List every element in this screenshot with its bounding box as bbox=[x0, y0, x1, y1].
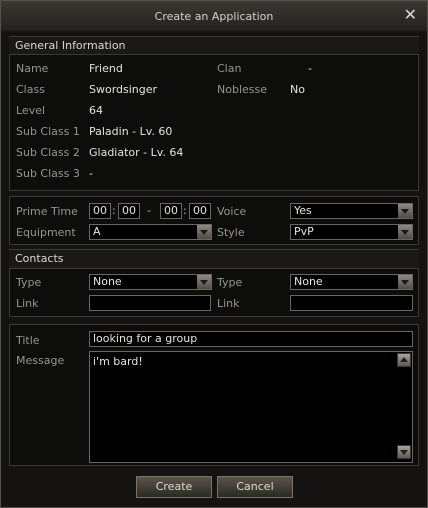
contact-link-1-input[interactable] bbox=[89, 295, 211, 311]
sub-class-1-label: Sub Class 1 bbox=[16, 125, 80, 138]
prime-start-hour-input[interactable]: 00 bbox=[89, 203, 111, 219]
scroll-up-icon[interactable] bbox=[397, 353, 411, 367]
create-button[interactable]: Create bbox=[136, 476, 212, 498]
prime-end-minute-input[interactable]: 00 bbox=[189, 203, 211, 219]
prime-start-minute-input[interactable]: 00 bbox=[118, 203, 140, 219]
message-text: i'm bard! bbox=[93, 355, 143, 368]
noblesse-value: No bbox=[290, 83, 305, 96]
class-value: Swordsinger bbox=[89, 83, 158, 96]
title-bar[interactable]: Create an Application ✕ bbox=[1, 1, 427, 31]
sub-class-1-value: Paladin - Lv. 60 bbox=[89, 125, 173, 138]
prime-range-dash: - bbox=[147, 204, 151, 217]
style-dropdown[interactable]: PvP bbox=[290, 224, 413, 240]
general-information-title: General Information bbox=[15, 39, 126, 52]
prime-start-colon: : bbox=[112, 204, 116, 217]
contact-link-1-label: Link bbox=[16, 297, 39, 310]
general-information-header: General Information bbox=[9, 36, 419, 56]
equipment-label: Equipment bbox=[16, 226, 76, 239]
level-label: Level bbox=[16, 104, 46, 117]
class-label: Class bbox=[16, 83, 45, 96]
equipment-selected: A bbox=[93, 225, 101, 238]
clan-label: Clan bbox=[217, 62, 242, 75]
chevron-down-icon[interactable] bbox=[197, 225, 211, 239]
title-input[interactable]: looking for a group bbox=[89, 331, 413, 347]
voice-label: Voice bbox=[217, 205, 247, 218]
create-application-window: Create an Application ✕ General Informat… bbox=[0, 0, 428, 508]
sub-class-2-label: Sub Class 2 bbox=[16, 146, 80, 159]
voice-dropdown[interactable]: Yes bbox=[290, 203, 413, 219]
name-value: Friend bbox=[89, 62, 123, 75]
style-label: Style bbox=[217, 226, 245, 239]
sub-class-3-value: - bbox=[89, 167, 93, 180]
prime-time-label: Prime Time bbox=[16, 205, 78, 218]
prime-end-colon: : bbox=[183, 204, 187, 217]
chevron-down-icon[interactable] bbox=[398, 225, 412, 239]
level-value: 64 bbox=[89, 104, 103, 117]
title-label: Title bbox=[16, 334, 40, 347]
contact-link-2-input[interactable] bbox=[290, 295, 413, 311]
chevron-down-icon[interactable] bbox=[398, 275, 412, 289]
chevron-down-icon[interactable] bbox=[197, 275, 211, 289]
contact-type-1-selected: None bbox=[93, 275, 122, 288]
scroll-down-icon[interactable] bbox=[397, 445, 411, 459]
close-icon[interactable]: ✕ bbox=[404, 7, 417, 23]
contact-type-2-dropdown[interactable]: None bbox=[290, 274, 413, 290]
sub-class-3-label: Sub Class 3 bbox=[16, 167, 80, 180]
name-label: Name bbox=[16, 62, 49, 75]
style-selected: PvP bbox=[294, 225, 314, 238]
prime-end-hour-input[interactable]: 00 bbox=[160, 203, 182, 219]
chevron-down-icon[interactable] bbox=[398, 204, 412, 218]
voice-selected: Yes bbox=[294, 204, 312, 217]
message-textarea[interactable]: i'm bard! bbox=[89, 351, 413, 463]
contact-link-2-label: Link bbox=[217, 297, 240, 310]
contact-type-2-selected: None bbox=[294, 275, 323, 288]
clan-value: - bbox=[308, 62, 312, 75]
contact-type-1-dropdown[interactable]: None bbox=[89, 274, 212, 290]
equipment-dropdown[interactable]: A bbox=[89, 224, 212, 240]
noblesse-label: Noblesse bbox=[217, 83, 267, 96]
contacts-title: Contacts bbox=[15, 252, 64, 265]
cancel-button[interactable]: Cancel bbox=[217, 476, 293, 498]
message-label: Message bbox=[16, 354, 65, 367]
contact-type-1-label: Type bbox=[16, 276, 42, 289]
window-title: Create an Application bbox=[154, 10, 274, 23]
contact-type-2-label: Type bbox=[217, 276, 243, 289]
contacts-header: Contacts bbox=[9, 249, 419, 269]
sub-class-2-value: Gladiator - Lv. 64 bbox=[89, 146, 184, 159]
